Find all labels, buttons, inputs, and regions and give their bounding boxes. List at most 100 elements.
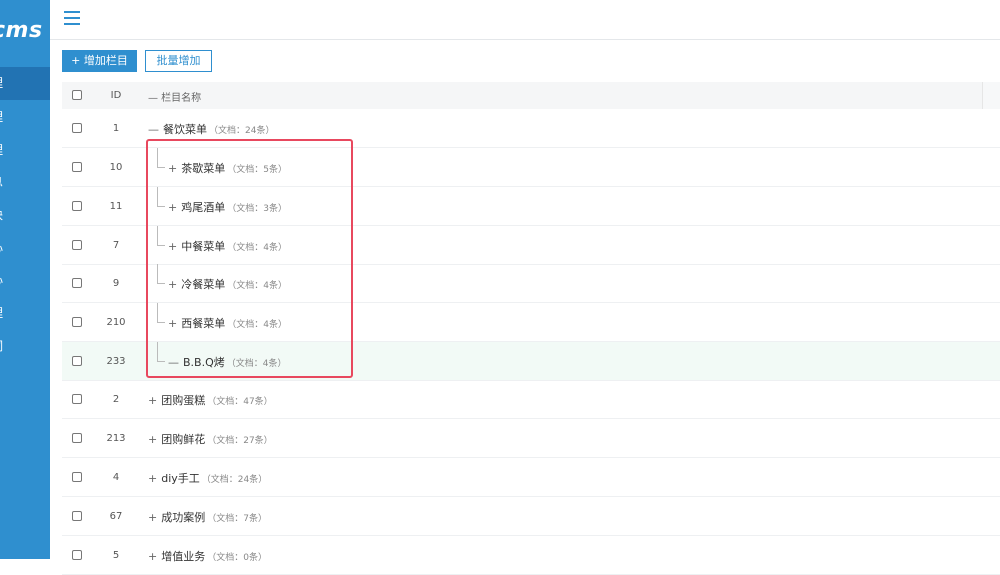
category-name-cell[interactable]: + diy手工 （文档：24条） bbox=[148, 470, 267, 486]
expand-icon[interactable]: + bbox=[168, 317, 177, 330]
table-row[interactable]: 233 — B.B.Q烤 （文档：4条） bbox=[62, 342, 1000, 381]
select-all-checkbox[interactable] bbox=[72, 90, 82, 100]
sidebar-item-5[interactable]: 块 bbox=[0, 199, 50, 232]
sidebar-item-1[interactable]: 理 bbox=[0, 67, 50, 100]
document-count: （文档：7条） bbox=[207, 514, 267, 524]
row-checkbox[interactable] bbox=[72, 472, 82, 482]
table-row[interactable]: 2 + 团购蛋糕 （文档：47条） bbox=[62, 380, 1000, 419]
table-row[interactable]: 67 + 成功案例 （文档：7条） bbox=[62, 497, 1000, 536]
table-row[interactable]: 5 + 增值业务 （文档：0条） bbox=[62, 536, 1000, 575]
row-checkbox[interactable] bbox=[72, 433, 82, 443]
sidebar-item-2[interactable]: 理 bbox=[0, 101, 50, 134]
category-name: 团购鲜花 bbox=[161, 433, 206, 446]
sidebar-item-label: 理 bbox=[0, 134, 3, 167]
category-name-cell[interactable]: + 茶歇菜单 （文档：5条） bbox=[168, 160, 287, 176]
row-checkbox[interactable] bbox=[72, 162, 82, 172]
category-name: 餐饮菜单 bbox=[163, 123, 207, 136]
row-id: 7 bbox=[112, 240, 120, 251]
sidebar-item-label: 息 bbox=[0, 166, 3, 199]
collapse-icon[interactable]: — bbox=[168, 356, 179, 369]
expand-icon[interactable]: + bbox=[148, 433, 157, 446]
sidebar-item-9[interactable]: 词 bbox=[0, 330, 50, 363]
category-name: diy手工 bbox=[161, 472, 200, 485]
table-row[interactable]: 11 + 鸡尾酒单 （文档：3条） bbox=[62, 187, 1000, 226]
document-count: （文档：4条） bbox=[226, 359, 287, 369]
document-count: （文档：24条） bbox=[201, 475, 268, 485]
sidebar-item-label: 理 bbox=[0, 67, 3, 100]
table-row[interactable]: 10 + 茶歇菜单 （文档：5条） bbox=[62, 148, 1000, 187]
document-count: （文档：3条） bbox=[227, 204, 287, 214]
table-row[interactable]: 213 + 团购鲜花 （文档：27条） bbox=[62, 419, 1000, 458]
sidebar-item-7[interactable]: 心 bbox=[0, 264, 50, 297]
category-name: 团购蛋糕 bbox=[161, 394, 206, 407]
sidebar-item-label: 块 bbox=[0, 199, 3, 232]
category-name: 中餐菜单 bbox=[181, 240, 226, 253]
sidebar-item-8[interactable]: 理 bbox=[0, 297, 50, 330]
table-row[interactable]: 1 — 餐饮菜单 （文档：24条） bbox=[62, 109, 1000, 148]
collapse-icon[interactable]: — bbox=[148, 123, 159, 136]
expand-icon[interactable]: + bbox=[168, 240, 177, 253]
expand-icon[interactable]: + bbox=[148, 550, 157, 563]
category-name-cell[interactable]: + 西餐菜单 （文档：4条） bbox=[168, 315, 287, 331]
row-checkbox[interactable] bbox=[72, 240, 82, 250]
sidebar-item-3[interactable]: 理 bbox=[0, 134, 50, 167]
category-name: B.B.Q烤 bbox=[183, 356, 225, 369]
category-name-cell[interactable]: + 团购蛋糕 （文档：47条） bbox=[148, 392, 273, 408]
add-category-button[interactable]: + 增加栏目 bbox=[62, 50, 137, 72]
tree-connector bbox=[157, 342, 165, 362]
sidebar-item-4[interactable]: 息 bbox=[0, 166, 50, 199]
table-row[interactable]: 210 + 西餐菜单 （文档：4条） bbox=[62, 303, 1000, 342]
row-checkbox[interactable] bbox=[72, 511, 82, 521]
row-checkbox[interactable] bbox=[72, 123, 82, 133]
sidebar-item-6[interactable]: 心 bbox=[0, 232, 50, 265]
category-name-cell[interactable]: + 增值业务 （文档：0条） bbox=[148, 548, 267, 564]
tree-connector bbox=[157, 226, 165, 246]
category-name: 增值业务 bbox=[161, 550, 206, 563]
row-id: 1 bbox=[112, 123, 120, 134]
expand-icon[interactable]: + bbox=[168, 278, 177, 291]
expand-icon[interactable]: + bbox=[148, 394, 157, 407]
row-id: 4 bbox=[112, 472, 120, 483]
category-name-cell[interactable]: + 中餐菜单 （文档：4条） bbox=[168, 238, 287, 254]
row-checkbox[interactable] bbox=[72, 317, 82, 327]
tree-connector bbox=[157, 187, 165, 207]
category-name: 冷餐菜单 bbox=[181, 278, 226, 291]
category-name: 茶歇菜单 bbox=[181, 162, 226, 175]
document-count: （文档：27条） bbox=[207, 436, 273, 446]
document-count: （文档：4条） bbox=[227, 320, 287, 330]
category-name-cell[interactable]: — B.B.Q烤 （文档：4条） bbox=[168, 354, 286, 370]
row-id: 5 bbox=[112, 550, 120, 561]
category-name-cell[interactable]: — 餐饮菜单 （文档：24条） bbox=[148, 121, 274, 137]
batch-add-button[interactable]: 批量增加 bbox=[145, 50, 212, 72]
document-count: （文档：5条） bbox=[227, 165, 287, 175]
table-header: ID — 栏目名称 bbox=[62, 82, 982, 109]
category-name-cell[interactable]: + 团购鲜花 （文档：27条） bbox=[148, 431, 273, 447]
expand-icon[interactable]: + bbox=[148, 472, 157, 485]
document-count: （文档：4条） bbox=[227, 243, 287, 253]
document-count: （文档：47条） bbox=[207, 397, 273, 407]
category-name: 西餐菜单 bbox=[181, 317, 226, 330]
row-id: 210 bbox=[106, 317, 126, 328]
table-row[interactable]: 4 + diy手工 （文档：24条） bbox=[62, 458, 1000, 497]
category-name-cell[interactable]: + 冷餐菜单 （文档：4条） bbox=[168, 276, 287, 292]
table-header-edge bbox=[982, 82, 1000, 109]
row-checkbox[interactable] bbox=[72, 201, 82, 211]
tree-connector bbox=[157, 303, 165, 323]
expand-icon[interactable]: + bbox=[148, 511, 157, 524]
row-checkbox[interactable] bbox=[72, 394, 82, 404]
category-name-cell[interactable]: + 鸡尾酒单 （文档：3条） bbox=[168, 199, 287, 215]
category-name-cell[interactable]: + 成功案例 （文档：7条） bbox=[148, 509, 267, 525]
table-row[interactable]: 7 + 中餐菜单 （文档：4条） bbox=[62, 226, 1000, 265]
row-checkbox[interactable] bbox=[72, 356, 82, 366]
expand-icon[interactable]: + bbox=[168, 201, 177, 214]
menu-toggle-icon[interactable] bbox=[64, 11, 80, 25]
column-header-id: ID bbox=[110, 90, 122, 101]
sidebar-item-label: 理 bbox=[0, 297, 3, 330]
sidebar-item-label: 词 bbox=[0, 330, 3, 363]
row-checkbox[interactable] bbox=[72, 278, 82, 288]
column-header-name: — 栏目名称 bbox=[148, 93, 202, 104]
expand-icon[interactable]: + bbox=[168, 162, 177, 175]
sidebar-item-label: 理 bbox=[0, 101, 3, 134]
sidebar-item-label: 心 bbox=[0, 264, 3, 297]
table-row[interactable]: 9 + 冷餐菜单 （文档：4条） bbox=[62, 264, 1000, 303]
